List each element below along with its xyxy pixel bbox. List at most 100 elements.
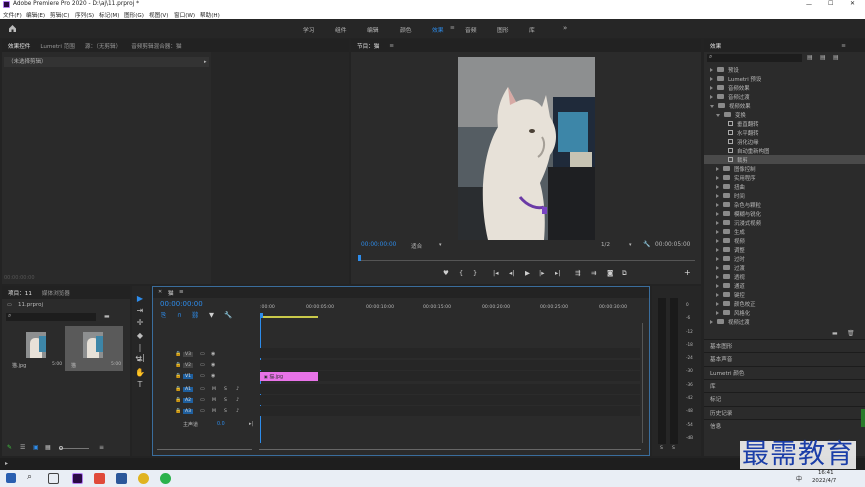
track-select-tool-icon[interactable]: ⇥ xyxy=(135,306,145,316)
hand-tool-icon[interactable]: ✋ xyxy=(135,368,145,378)
video-clip[interactable]: ▣ 猫.jpg xyxy=(260,372,318,381)
effects-folder[interactable]: 杂色与颗粒 xyxy=(704,200,865,209)
work-area-bar[interactable] xyxy=(260,316,318,318)
lock-icon[interactable]: 🔒 xyxy=(175,373,181,379)
accelerated-effects-icon[interactable]: ▤ xyxy=(807,54,813,61)
project-item[interactable]: 猫.jpg 5:00 xyxy=(6,326,64,371)
effects-folder[interactable]: 调整 xyxy=(704,245,865,254)
chevron-right-icon[interactable] xyxy=(716,184,719,189)
chevron-right-icon[interactable] xyxy=(710,67,713,72)
search-icon[interactable]: ⌕ xyxy=(27,472,38,483)
overwrite-icon[interactable]: ⇉ xyxy=(591,269,596,277)
program-scrub-bar[interactable] xyxy=(359,260,695,261)
sync-lock-icon[interactable]: ▭ xyxy=(200,386,205,392)
add-button-icon[interactable]: + xyxy=(684,268,691,277)
effects-folder[interactable]: 图像控制 xyxy=(704,164,865,173)
lock-icon[interactable]: 🔒 xyxy=(175,408,181,414)
app-taskbar-icon[interactable] xyxy=(94,473,105,484)
mark-out-icon[interactable]: } xyxy=(473,269,477,277)
mark-in-icon[interactable]: { xyxy=(459,269,463,277)
playhead-marker[interactable] xyxy=(358,255,361,261)
close-button[interactable]: ✕ xyxy=(850,0,855,7)
panel-markers[interactable]: 标记 xyxy=(704,392,865,405)
panel-libraries[interactable]: 库 xyxy=(704,379,865,392)
menu-file[interactable]: 文件(F) xyxy=(3,11,22,19)
chevron-down-icon[interactable] xyxy=(710,104,714,108)
add-marker-icon[interactable]: ▼ xyxy=(209,311,214,319)
icon-view-icon[interactable]: ▣ xyxy=(33,444,39,451)
master-value[interactable]: 0.0 xyxy=(217,422,225,427)
sync-lock-icon[interactable]: ▭ xyxy=(200,408,205,414)
chevron-right-icon[interactable] xyxy=(716,229,719,234)
add-marker-icon[interactable]: ♥ xyxy=(443,269,449,277)
workspace-tab-editing[interactable]: 编辑 xyxy=(367,25,379,34)
menu-marker[interactable]: 标记(M) xyxy=(99,11,119,19)
panel-info[interactable]: 信息 xyxy=(704,419,865,432)
effect-item[interactable]: 垂直翻转 xyxy=(704,119,865,128)
project-search-input[interactable]: ⌕ xyxy=(6,312,96,321)
chevron-right-icon[interactable] xyxy=(710,85,713,90)
vertical-scrollbar[interactable] xyxy=(642,323,643,443)
mute-button[interactable]: M xyxy=(212,398,216,403)
panel-essential-graphics[interactable]: 基本图形 xyxy=(704,339,865,352)
chrome-taskbar-icon[interactable] xyxy=(138,473,149,484)
time-ruler[interactable]: :00:00 00:00:05:00 00:00:10:00 00:00:15:… xyxy=(260,303,640,319)
tab-program[interactable]: 节目：猫 xyxy=(357,42,379,50)
sequence-tab[interactable]: 猫 xyxy=(168,289,174,297)
tab-project[interactable]: 项目：11 xyxy=(8,289,32,297)
chevron-right-icon[interactable] xyxy=(716,238,719,243)
track-lane-v2[interactable] xyxy=(260,360,640,370)
solo-right-button[interactable]: S xyxy=(672,446,675,451)
panel-lumetri-color[interactable]: Lumetri 颜色 xyxy=(704,366,865,379)
effects-folder[interactable]: 视频过渡 xyxy=(704,317,865,326)
menu-view[interactable]: 视图(V) xyxy=(149,11,168,19)
workspace-tab-learn[interactable]: 学习 xyxy=(303,25,315,34)
workspace-tab-graphics[interactable]: 图形 xyxy=(497,25,509,34)
workspace-tab-effects[interactable]: 效果 xyxy=(432,25,444,34)
nest-icon[interactable]: ⎘ xyxy=(161,311,166,319)
effects-folder[interactable]: 实用程序 xyxy=(704,173,865,182)
lock-icon[interactable]: 🔒 xyxy=(175,351,181,357)
solo-button[interactable]: S xyxy=(224,387,227,392)
chevron-right-icon[interactable] xyxy=(716,283,719,288)
track-lane-a3[interactable] xyxy=(260,406,640,416)
effects-folder[interactable]: 过渡 xyxy=(704,263,865,272)
type-tool-icon[interactable]: T xyxy=(135,380,145,390)
chevron-right-icon[interactable] xyxy=(716,175,719,180)
delete-icon[interactable]: 🗑 xyxy=(847,330,855,337)
panel-history[interactable]: 历史记录 xyxy=(704,406,865,419)
tab-effects[interactable]: 效果 xyxy=(710,42,721,50)
quality-chevron-down-icon[interactable]: ▾ xyxy=(629,242,632,248)
mic-icon[interactable]: ♪ xyxy=(236,386,239,392)
track-area[interactable]: ▣ 猫.jpg xyxy=(260,347,640,431)
track-label[interactable]: A3 xyxy=(183,408,193,414)
chevron-right-icon[interactable] xyxy=(716,220,719,225)
chevron-right-icon[interactable] xyxy=(716,202,719,207)
tab-effect-controls[interactable]: 效果控件 xyxy=(8,42,30,50)
sync-lock-icon[interactable]: ▭ xyxy=(200,362,205,368)
effects-folder[interactable]: 过时 xyxy=(704,254,865,263)
maximize-button[interactable]: ☐ xyxy=(828,0,833,7)
zoom-slider-handle[interactable] xyxy=(59,446,63,450)
play-arrow-icon[interactable]: ▸ xyxy=(204,57,207,67)
list-view-icon[interactable]: ☰ xyxy=(20,444,25,451)
effects-folder[interactable]: 颜色校正 xyxy=(704,299,865,308)
effects-search-input[interactable]: ⌕ xyxy=(707,53,802,62)
effect-item[interactable]: 羽化边缘 xyxy=(704,137,865,146)
razor-tool-icon[interactable]: ◆ xyxy=(135,331,145,341)
linked-selection-icon[interactable]: ⛓ xyxy=(191,311,199,319)
chevron-right-icon[interactable] xyxy=(716,265,719,270)
word-taskbar-icon[interactable] xyxy=(116,473,127,484)
project-item-selected[interactable]: 猫 5:00 xyxy=(65,326,123,371)
snap-icon[interactable]: ∩ xyxy=(177,311,182,319)
workspace-tab-assembly[interactable]: 组件 xyxy=(335,25,347,34)
effects-folder[interactable]: 键控 xyxy=(704,290,865,299)
track-label[interactable]: V1 xyxy=(183,373,193,379)
yuv-effects-icon[interactable]: ▤ xyxy=(833,54,839,61)
wrench-icon[interactable]: 🔧 xyxy=(643,241,650,248)
track-label[interactable]: A2 xyxy=(183,397,193,403)
track-label[interactable]: V2 xyxy=(183,362,193,368)
effects-folder[interactable]: 时间 xyxy=(704,191,865,200)
eye-icon[interactable]: ◉ xyxy=(211,373,215,379)
sync-lock-icon[interactable]: ▭ xyxy=(200,351,205,357)
